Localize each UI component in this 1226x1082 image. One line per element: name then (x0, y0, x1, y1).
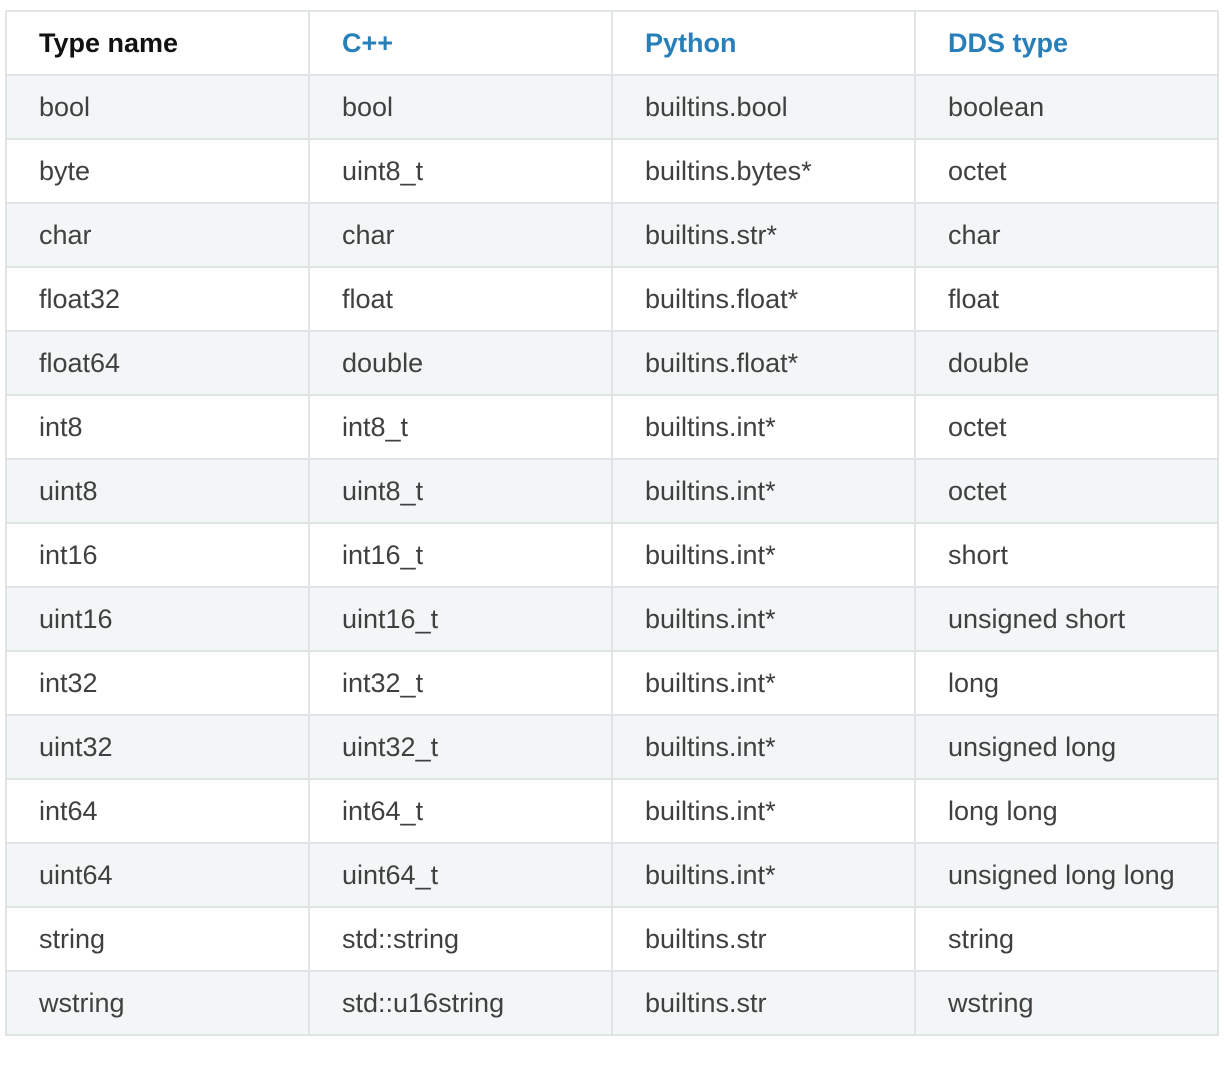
table-row: int32 int32_t builtins.int* long (5, 650, 1219, 716)
cell-type-name: int32 (5, 650, 310, 716)
cell-python-type: builtins.int* (611, 458, 916, 524)
cell-cpp-type: std::u16string (308, 970, 613, 1036)
cell-dds-type: unsigned long (914, 714, 1219, 780)
cell-python-type: builtins.int* (611, 714, 916, 780)
cell-python-type: builtins.int* (611, 394, 916, 460)
cell-dds-type: string (914, 906, 1219, 972)
cell-dds-type: double (914, 330, 1219, 396)
cell-cpp-type: bool (308, 74, 613, 140)
table-header: Type name C++ Python DDS type (5, 10, 1219, 76)
table-body: bool bool builtins.bool boolean byte uint8_t b… (5, 74, 1219, 1036)
cell-type-name: int8 (5, 394, 310, 460)
cell-dds-type: short (914, 522, 1219, 588)
cell-type-name: float32 (5, 266, 310, 332)
cell-cpp-type: double (308, 330, 613, 396)
header-cpp-link[interactable]: C++ (308, 10, 613, 76)
cell-python-type: builtins.str* (611, 202, 916, 268)
table-row: int16 int16_t builtins.int* short (5, 522, 1219, 588)
cell-type-name: uint8 (5, 458, 310, 524)
header-type-name: Type name (5, 10, 310, 76)
cell-python-type: builtins.bytes* (611, 138, 916, 204)
cell-dds-type: wstring (914, 970, 1219, 1036)
cell-type-name: int16 (5, 522, 310, 588)
cell-cpp-type: uint16_t (308, 586, 613, 652)
cell-dds-type: long (914, 650, 1219, 716)
type-mapping-table-container: Type name C++ Python DDS type bool bool bu… (5, 10, 1219, 1036)
cell-cpp-type: int8_t (308, 394, 613, 460)
cell-type-name: wstring (5, 970, 310, 1036)
cell-type-name: uint16 (5, 586, 310, 652)
cell-python-type: builtins.int* (611, 586, 916, 652)
table-row: uint8 uint8_t builtins.int* octet (5, 458, 1219, 524)
cell-type-name: float64 (5, 330, 310, 396)
cell-type-name: string (5, 906, 310, 972)
cell-cpp-type: std::string (308, 906, 613, 972)
table-row: uint32 uint32_t builtins.int* unsigned long (5, 714, 1219, 780)
cell-python-type: builtins.str (611, 906, 916, 972)
cell-cpp-type: int16_t (308, 522, 613, 588)
cell-python-type: builtins.int* (611, 522, 916, 588)
cell-type-name: byte (5, 138, 310, 204)
table-row: uint64 uint64_t builtins.int* unsigned long… (5, 842, 1219, 908)
cell-dds-type: unsigned long long (914, 842, 1219, 908)
cell-type-name: bool (5, 74, 310, 140)
cell-dds-type: float (914, 266, 1219, 332)
cell-python-type: builtins.bool (611, 74, 916, 140)
cell-cpp-type: uint64_t (308, 842, 613, 908)
cell-type-name: int64 (5, 778, 310, 844)
header-dds-type-link[interactable]: DDS type (914, 10, 1219, 76)
header-python-link[interactable]: Python (611, 10, 916, 76)
cell-type-name: uint64 (5, 842, 310, 908)
cell-dds-type: octet (914, 394, 1219, 460)
table-row: string std::string builtins.str string (5, 906, 1219, 972)
cell-python-type: builtins.int* (611, 650, 916, 716)
cell-python-type: builtins.float* (611, 330, 916, 396)
table-row: float32 float builtins.float* float (5, 266, 1219, 332)
type-mapping-table: Type name C++ Python DDS type bool bool bu… (5, 10, 1219, 1036)
cell-dds-type: long long (914, 778, 1219, 844)
table-row: int8 int8_t builtins.int* octet (5, 394, 1219, 460)
table-row: char char builtins.str* char (5, 202, 1219, 268)
cell-cpp-type: uint8_t (308, 458, 613, 524)
cell-cpp-type: uint32_t (308, 714, 613, 780)
cell-type-name: char (5, 202, 310, 268)
table-row: bool bool builtins.bool boolean (5, 74, 1219, 140)
cell-dds-type: unsigned short (914, 586, 1219, 652)
cell-dds-type: char (914, 202, 1219, 268)
cell-cpp-type: float (308, 266, 613, 332)
cell-cpp-type: int32_t (308, 650, 613, 716)
table-row: byte uint8_t builtins.bytes* octet (5, 138, 1219, 204)
table-row: int64 int64_t builtins.int* long long (5, 778, 1219, 844)
cell-cpp-type: char (308, 202, 613, 268)
cell-cpp-type: int64_t (308, 778, 613, 844)
table-row: uint16 uint16_t builtins.int* unsigned shor… (5, 586, 1219, 652)
cell-python-type: builtins.int* (611, 842, 916, 908)
cell-type-name: uint32 (5, 714, 310, 780)
cell-python-type: builtins.float* (611, 266, 916, 332)
table-row: float64 double builtins.float* double (5, 330, 1219, 396)
cell-python-type: builtins.str (611, 970, 916, 1036)
header-row: Type name C++ Python DDS type (5, 10, 1219, 76)
cell-dds-type: octet (914, 138, 1219, 204)
cell-python-type: builtins.int* (611, 778, 916, 844)
cell-dds-type: boolean (914, 74, 1219, 140)
cell-dds-type: octet (914, 458, 1219, 524)
cell-cpp-type: uint8_t (308, 138, 613, 204)
table-row: wstring std::u16string builtins.str wstring (5, 970, 1219, 1036)
